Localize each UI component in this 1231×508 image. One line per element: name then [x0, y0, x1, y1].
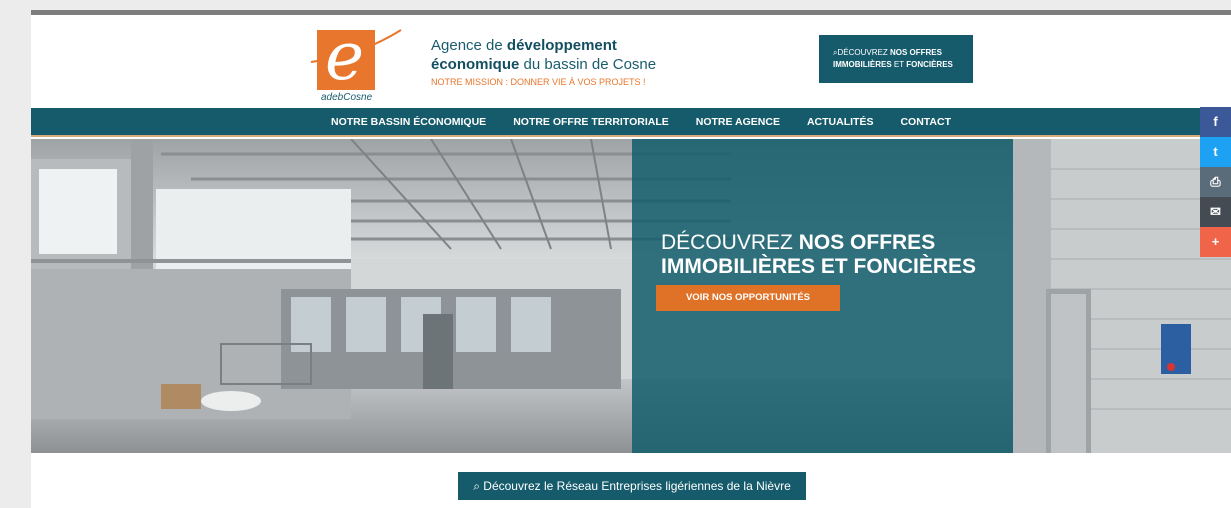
logo-text: adebCosne: [321, 92, 373, 103]
nav-item-2[interactable]: NOTRE AGENCE: [696, 116, 780, 128]
offers-button-line1: ⌕DÉCOUVREZ NOS OFFRES: [833, 48, 942, 57]
hero-banner: DÉCOUVREZ NOS OFFRES IMMOBILIÈRES ET FON…: [31, 139, 1231, 453]
page: e adebCosne Agence de développement écon…: [31, 10, 1231, 508]
logo-letter: e: [325, 18, 365, 95]
email-icon[interactable]: ✉: [1200, 197, 1231, 227]
main-nav: NOTRE BASSIN ÉCONOMIQUE NOTRE OFFRE TERRI…: [31, 108, 1231, 137]
nav-item-1[interactable]: NOTRE OFFRE TERRITORIALE: [513, 116, 669, 128]
mission-text: NOTRE MISSION : DONNER VIE À VOS PROJETS…: [431, 77, 646, 87]
twitter-icon[interactable]: t: [1200, 137, 1231, 167]
tagline-line2: économique du bassin de Cosne: [431, 56, 657, 73]
logo[interactable]: e adebCosne: [309, 22, 405, 108]
nav-item-4[interactable]: CONTACT: [900, 116, 951, 128]
opportunities-button[interactable]: VOIR NOS OPPORTUNITÉS: [656, 285, 840, 311]
facebook-icon[interactable]: f: [1200, 107, 1231, 137]
search-icon: ⌕: [473, 479, 480, 493]
network-button[interactable]: ⌕ Découvrez le Réseau Entreprises ligéri…: [458, 472, 806, 500]
warehouse-image: [31, 139, 1231, 453]
nav-item-3[interactable]: ACTUALITÉS: [807, 116, 874, 128]
offers-button[interactable]: ⌕DÉCOUVREZ NOS OFFRES IMMOBILIÈRES ET FO…: [819, 35, 973, 83]
social-share-bar: f t ⎙ ✉ +: [1200, 107, 1231, 257]
more-icon[interactable]: +: [1200, 227, 1231, 257]
hero-title: DÉCOUVREZ NOS OFFRES IMMOBILIÈRES ET FON…: [661, 231, 977, 278]
tagline: Agence de développement économique du ba…: [431, 36, 656, 90]
tagline-line1: Agence de développement: [431, 37, 617, 54]
nav-item-0[interactable]: NOTRE BASSIN ÉCONOMIQUE: [331, 116, 486, 128]
print-icon[interactable]: ⎙: [1200, 167, 1231, 197]
network-button-label: Découvrez le Réseau Entreprises ligérien…: [483, 479, 791, 493]
top-border: [31, 10, 1231, 15]
offers-button-line2: IMMOBILIÈRES ET FONCIÈRES: [833, 60, 953, 69]
